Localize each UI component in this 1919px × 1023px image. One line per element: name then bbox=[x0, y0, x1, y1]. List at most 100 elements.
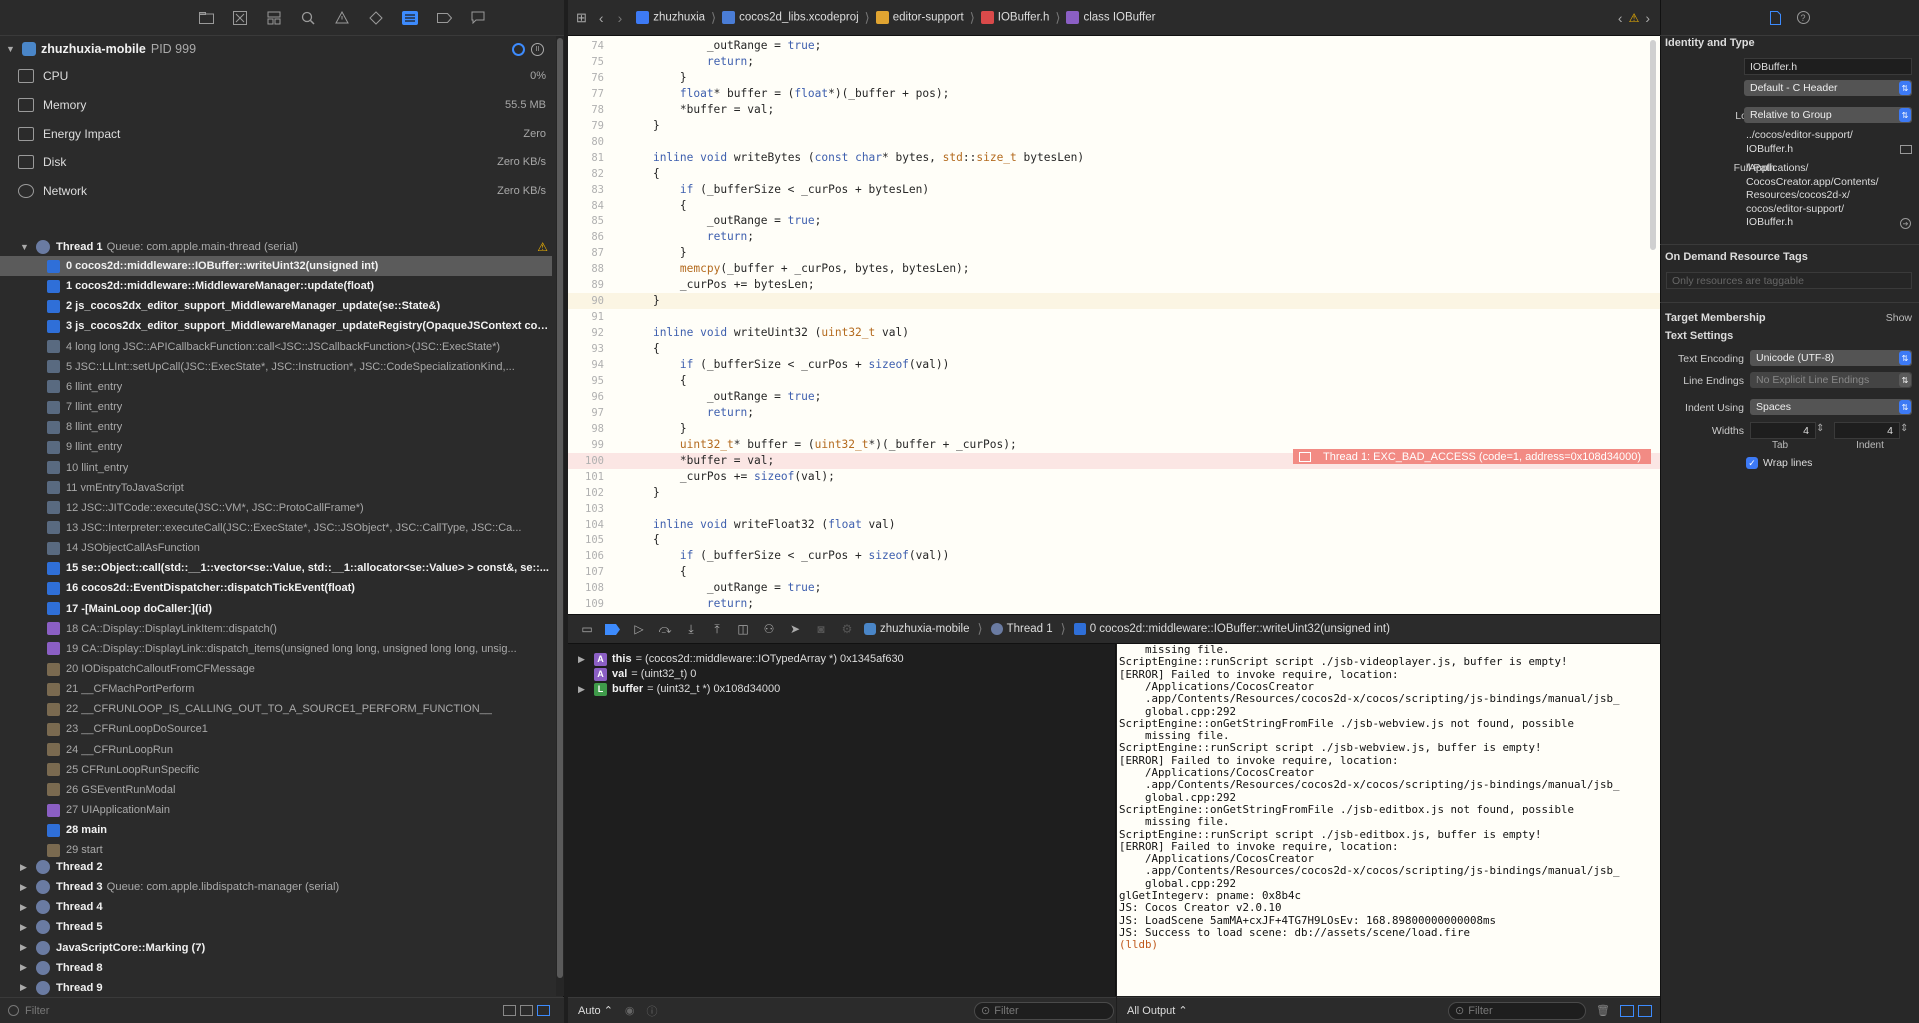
debug-process[interactable]: zhuzhuxia-mobile bbox=[864, 622, 970, 635]
navigator-filter-input[interactable]: Filter bbox=[25, 1005, 49, 1017]
gauge-memory[interactable]: Memory 55.5 MB bbox=[0, 90, 552, 119]
navigator-scrollbar-thumb[interactable] bbox=[557, 38, 563, 978]
stack-frame-row[interactable]: 10 llint_entry bbox=[0, 458, 552, 478]
filter-options-icon[interactable] bbox=[503, 1005, 516, 1016]
code-line[interactable]: 103 bbox=[568, 501, 1660, 517]
name-field[interactable]: IOBuffer.h bbox=[1744, 58, 1912, 75]
stack-frame-row[interactable]: 15 se::Object::call(std::__1::vector<se:… bbox=[0, 558, 552, 578]
code-line[interactable]: 91 bbox=[568, 309, 1660, 325]
error-annotation[interactable]: Thread 1: EXC_BAD_ACCESS (code=1, addres… bbox=[1293, 449, 1651, 464]
view-debugger-icon[interactable]: ◫ bbox=[734, 621, 752, 637]
disclosure-triangle-icon[interactable]: ▶ bbox=[578, 654, 590, 665]
stack-frame-row[interactable]: 16 cocos2d::EventDispatcher::dispatchTic… bbox=[0, 578, 552, 598]
filter-active-icon[interactable] bbox=[537, 1005, 550, 1016]
code-line[interactable]: 85 _outRange = true; bbox=[568, 213, 1660, 229]
editor-scrollbar-thumb[interactable] bbox=[1650, 40, 1656, 250]
gauge-disk[interactable]: Disk Zero KB/s bbox=[0, 147, 552, 176]
stack-frame-row[interactable]: 26 GSEventRunModal bbox=[0, 780, 552, 800]
breadcrumb-xcodeproj[interactable]: cocos2d_libs.xcodeproj bbox=[722, 11, 859, 24]
issue-forward-icon[interactable]: › bbox=[1645, 10, 1650, 26]
thread-row[interactable]: ▼ Thread 1 Queue: com.apple.main-thread … bbox=[0, 237, 552, 257]
disclosure-triangle-icon[interactable]: ▶ bbox=[20, 982, 30, 993]
disclosure-triangle-icon[interactable]: ▶ bbox=[20, 862, 30, 873]
output-mode-select[interactable]: All Output ⌃ bbox=[1127, 1004, 1188, 1017]
code-line[interactable]: 84 { bbox=[568, 198, 1660, 214]
step-into-icon[interactable]: ⤓ bbox=[682, 621, 700, 637]
stack-frame-row[interactable]: 21 __CFMachPortPerform bbox=[0, 679, 552, 699]
source-control-icon[interactable] bbox=[230, 8, 250, 28]
process-row[interactable]: ▼ zhuzhuxia-mobile PID 999 II bbox=[0, 38, 552, 60]
split-left-icon[interactable] bbox=[1620, 1004, 1634, 1017]
thread-row[interactable]: ▶ Thread 4 bbox=[0, 897, 552, 917]
issue-back-icon[interactable]: ‹ bbox=[1618, 10, 1623, 26]
thread-row[interactable]: ▶ Thread 2 bbox=[0, 857, 552, 877]
stack-frame-row[interactable]: 27 UIApplicationMain bbox=[0, 800, 552, 820]
warning-icon[interactable] bbox=[332, 8, 352, 28]
tab-width-field[interactable]: 4 bbox=[1750, 422, 1816, 439]
variable-row[interactable]: ▶ Lbuffer = (uint32_t *) 0x108d34000 bbox=[568, 680, 780, 698]
trash-icon[interactable]: 🗑 bbox=[1596, 1004, 1610, 1017]
debug-frame[interactable]: 0 cocos2d::middleware::IOBuffer::writeUi… bbox=[1073, 622, 1390, 635]
help-icon[interactable]: ? bbox=[1796, 11, 1810, 24]
code-line[interactable]: 81 inline void writeBytes (const char* b… bbox=[568, 150, 1660, 166]
code-line[interactable]: 93 { bbox=[568, 341, 1660, 357]
indent-stepper-icon[interactable]: ⇕ bbox=[1900, 423, 1908, 434]
stack-frame-row[interactable]: 6 llint_entry bbox=[0, 377, 552, 397]
code-line[interactable]: 107 { bbox=[568, 564, 1660, 580]
gauge-energy[interactable]: Energy Impact Zero bbox=[0, 119, 552, 148]
code-line[interactable]: 83 if (_bufferSize < _curPos + bytesLen) bbox=[568, 182, 1660, 198]
disclosure-triangle-icon[interactable]: ▶ bbox=[578, 684, 590, 695]
disclosure-triangle-icon[interactable]: ▶ bbox=[20, 902, 30, 913]
report-icon[interactable] bbox=[468, 8, 488, 28]
code-line[interactable]: 88 memcpy(_buffer + _curPos, bytes, byte… bbox=[568, 261, 1660, 277]
code-line[interactable]: 101 _curPos += sizeof(val); bbox=[568, 469, 1660, 485]
stack-frame-row[interactable]: 24 __CFRunLoopRun bbox=[0, 740, 552, 760]
thread-row[interactable]: ▶ Thread 5 bbox=[0, 917, 552, 937]
memory-graph-icon[interactable]: ⚇ bbox=[760, 621, 778, 637]
symbol-icon[interactable] bbox=[264, 8, 284, 28]
code-line[interactable]: 106 if (_bufferSize < _curPos + sizeof(v… bbox=[568, 548, 1660, 564]
code-line[interactable]: 77 float* buffer = (float*)(_buffer + po… bbox=[568, 86, 1660, 102]
code-line[interactable]: 74 _outRange = true; bbox=[568, 38, 1660, 54]
eye-icon[interactable]: ◉ bbox=[625, 1004, 635, 1017]
disclosure-triangle-icon[interactable]: ▼ bbox=[6, 44, 16, 54]
code-line[interactable]: 94 if (_bufferSize < _curPos + sizeof(va… bbox=[568, 357, 1660, 373]
debug-gauge-icon[interactable] bbox=[512, 42, 525, 56]
code-line[interactable]: 89 _curPos += bytesLen; bbox=[568, 277, 1660, 293]
variables-filter-input[interactable]: ⊙ Filter bbox=[974, 1001, 1114, 1020]
breakpoint-icon[interactable] bbox=[434, 8, 454, 28]
code-line[interactable]: 86 return; bbox=[568, 229, 1660, 245]
code-line[interactable]: 78 *buffer = val; bbox=[568, 102, 1660, 118]
code-line[interactable]: 92 inline void writeUint32 (uint32_t val… bbox=[568, 325, 1660, 341]
code-line[interactable]: 76 } bbox=[568, 70, 1660, 86]
stack-frame-row[interactable]: 1 cocos2d::middleware::MiddlewareManager… bbox=[0, 276, 552, 296]
show-button[interactable]: Show bbox=[1870, 312, 1912, 324]
stack-frame-row[interactable]: 7 llint_entry bbox=[0, 397, 552, 417]
forward-icon[interactable]: › bbox=[618, 10, 623, 26]
pause-icon[interactable]: II bbox=[531, 42, 544, 56]
code-line[interactable]: 80 bbox=[568, 134, 1660, 150]
reveal-arrow-icon[interactable]: ➔ bbox=[1900, 218, 1911, 229]
debug-thread[interactable]: Thread 1 bbox=[990, 622, 1053, 635]
location-icon[interactable]: ➤ bbox=[786, 621, 804, 637]
back-icon[interactable]: ‹ bbox=[599, 10, 604, 26]
debug-navigator-icon[interactable] bbox=[400, 8, 420, 28]
breadcrumb-symbol[interactable]: class IOBuffer bbox=[1066, 11, 1155, 24]
code-line[interactable]: 104 inline void writeFloat32 (float val) bbox=[568, 517, 1660, 533]
stack-frame-row[interactable]: 28 main bbox=[0, 820, 552, 840]
encoding-popup[interactable]: Unicode (UTF-8) ⇅ bbox=[1750, 350, 1912, 366]
disclosure-triangle-icon[interactable]: ▼ bbox=[20, 242, 30, 252]
hide-debug-area-icon[interactable]: ▭ bbox=[578, 621, 596, 637]
stack-frame-row[interactable]: 9 llint_entry bbox=[0, 437, 552, 457]
split-right-icon[interactable] bbox=[1638, 1004, 1652, 1017]
gauge-cpu[interactable]: CPU 0% bbox=[0, 61, 552, 90]
gauge-network[interactable]: Network Zero KB/s bbox=[0, 176, 552, 205]
code-line[interactable]: 109 return; bbox=[568, 596, 1660, 612]
breadcrumb-file[interactable]: IOBuffer.h bbox=[980, 11, 1049, 24]
file-inspector-icon[interactable] bbox=[1769, 10, 1781, 25]
stack-frame-row[interactable]: 0 cocos2d::middleware::IOBuffer::writeUi… bbox=[0, 256, 552, 276]
filter-view-icon[interactable] bbox=[520, 1005, 533, 1016]
indent-width-field[interactable]: 4 bbox=[1834, 422, 1900, 439]
code-line[interactable]: 102 } bbox=[568, 485, 1660, 501]
stack-frame-row[interactable]: 19 CA::Display::DisplayLink::dispatch_it… bbox=[0, 639, 552, 659]
